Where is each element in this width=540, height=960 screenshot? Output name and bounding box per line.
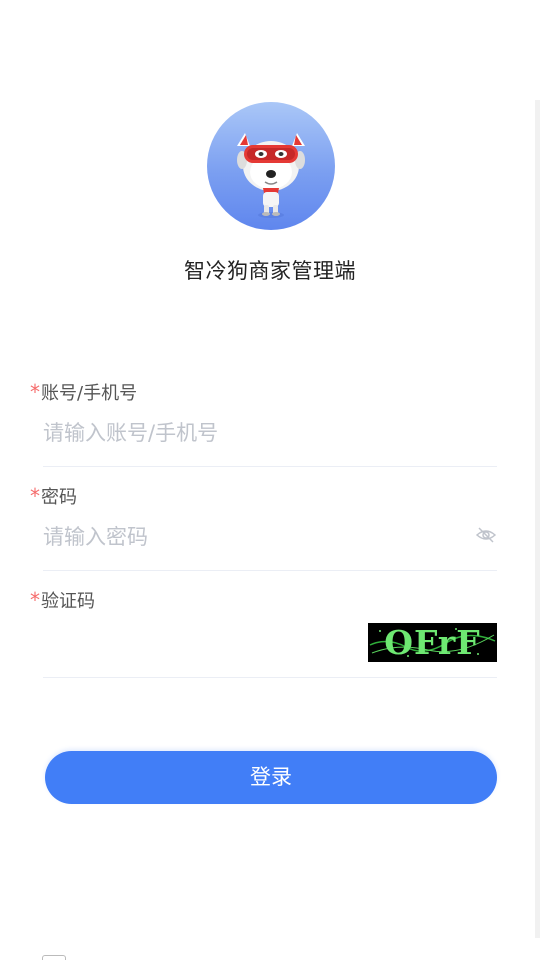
captcha-divider [43,677,497,678]
captcha-image[interactable]: OFrF [368,623,497,662]
app-title: 智冷狗商家管理端 [184,259,356,283]
robot-dog-mascot-icon [237,133,305,218]
required-mark: * [30,588,40,612]
account-label: *账号/手机号 [30,380,137,406]
captcha-text: OFrF [384,623,481,662]
captcha-label: *验证码 [30,588,95,614]
password-label: *密码 [30,484,77,510]
login-button[interactable]: 登录 [45,751,497,804]
captcha-input[interactable] [43,626,358,658]
captcha-label-text: 验证码 [41,591,95,612]
login-page: 智冷狗商家管理端 *账号/手机号 *密码 *验证码 OFrF 登录 [0,0,540,960]
eye-off-icon[interactable] [476,526,496,544]
required-mark: * [30,484,40,508]
password-divider [43,570,497,571]
scroll-edge-divider [535,100,540,938]
agreement-checkbox[interactable] [42,955,66,960]
account-input[interactable] [43,417,463,449]
password-label-text: 密码 [41,487,77,508]
required-mark: * [30,380,40,404]
app-logo [207,102,335,230]
account-label-text: 账号/手机号 [41,383,138,404]
account-divider [43,466,497,467]
password-input[interactable] [43,521,463,553]
